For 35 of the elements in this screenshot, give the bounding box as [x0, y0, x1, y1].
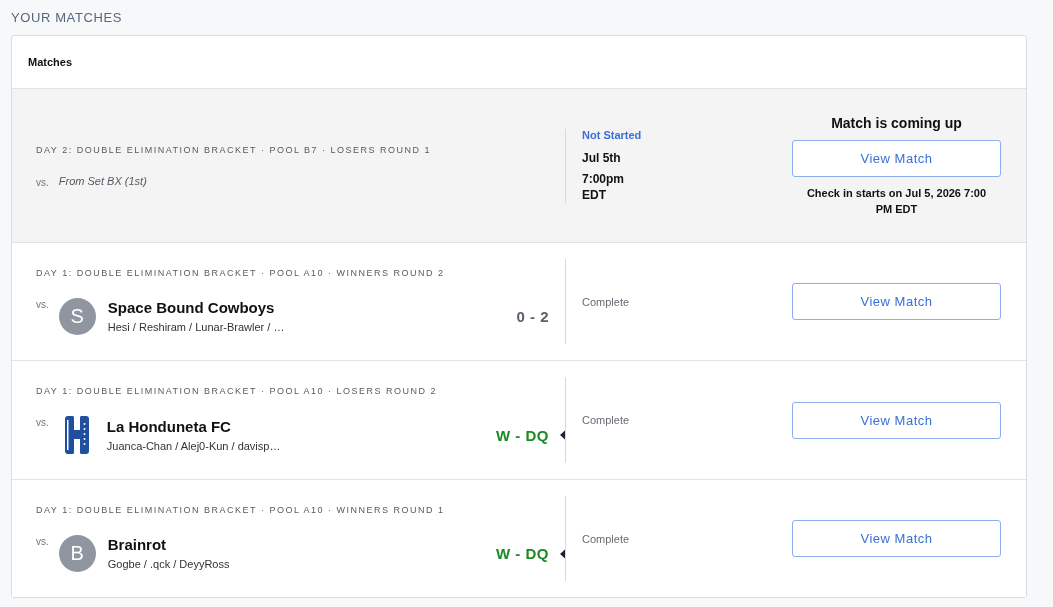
vs-label: vs. — [36, 299, 49, 310]
team-name: La Honduneta FC — [106, 417, 231, 436]
match-status: Complete — [582, 532, 630, 545]
player-list: Hesi / Reshiram / Lunar-Brawler / … — [107, 320, 285, 334]
match-status: Not Started — [582, 129, 642, 141]
card-title: Matches — [28, 56, 73, 68]
match-notice: Match is coming up — [831, 115, 962, 131]
round-label: DAY 1: DOUBLE ELIMINATION BRACKET · POOL A10 · WINNERS ROUND 2 — [36, 267, 445, 279]
round-label: DAY 1: DOUBLE ELIMINATION BRACKET · POOL A10 · WINNERS ROUND 1 — [36, 504, 445, 516]
team-name: Space Bound Cowboys — [107, 299, 275, 317]
match-status: Complete — [582, 414, 630, 426]
check-in-note: Check in starts on Jul 5, 2026 7:00 PM EDT — [805, 186, 988, 217]
view-match-button[interactable]: View Match — [792, 520, 1001, 557]
opponent-source: From Set BX (1st) — [58, 174, 147, 187]
match-status: Complete — [582, 295, 630, 308]
match-score: 0 - 2 — [516, 308, 549, 325]
team-name: Brainrot — [107, 536, 167, 554]
vs-label: vs. — [36, 417, 49, 428]
match-date: Jul 5th — [582, 151, 621, 165]
emblem-icon — [63, 416, 90, 454]
round-label: DAY 2: DOUBLE ELIMINATION BRACKET · POOL B7 · LOSERS ROUND 1 — [36, 143, 432, 156]
match-score: W - DQ — [496, 426, 549, 444]
match-time: 7:00pm EDT — [582, 171, 626, 203]
avatar-circle: S — [58, 298, 96, 335]
avatar-circle: B — [58, 535, 96, 572]
player-list: Juanca-Chan / Alej0-Kun / davisp… — [106, 438, 281, 453]
round-label: DAY 1: DOUBLE ELIMINATION BRACKET · POOL A10 · LOSERS ROUND 2 — [36, 385, 438, 397]
vs-label: vs. — [36, 176, 49, 188]
view-match-button[interactable]: View Match — [792, 283, 1001, 320]
vs-label: vs. — [36, 536, 49, 547]
view-match-button[interactable]: View Match — [792, 140, 1001, 177]
player-list: Gogbe / .qck / DeyyRoss — [107, 557, 230, 571]
section-title: YOUR MATCHES — [11, 10, 123, 25]
view-match-button[interactable]: View Match — [792, 401, 1001, 439]
match-score: W - DQ — [496, 545, 549, 562]
